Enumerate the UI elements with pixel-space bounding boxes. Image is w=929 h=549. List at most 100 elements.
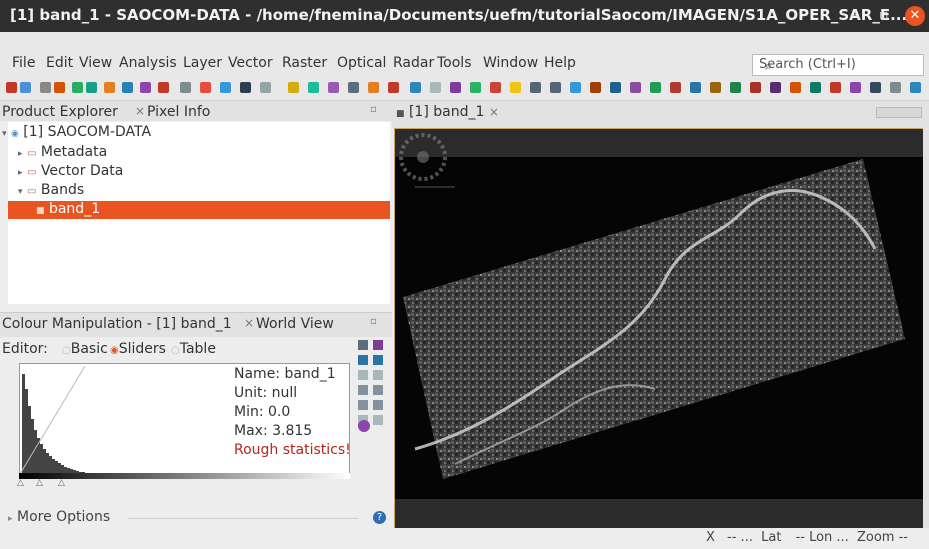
grid-icon[interactable] <box>870 82 881 93</box>
tile-windows-icon[interactable] <box>730 82 741 93</box>
undo-icon[interactable] <box>40 82 51 93</box>
tree-item-vector-data[interactable]: ▸ ▭ Vector Data <box>18 163 123 179</box>
tab-world-view[interactable]: World View <box>256 316 334 332</box>
zoom-tool-icon[interactable] <box>308 82 319 93</box>
percent95-icon[interactable] <box>358 370 368 380</box>
range-finder-icon[interactable] <box>328 82 339 93</box>
sum-icon[interactable] <box>260 82 271 93</box>
minimize-panel-icon[interactable]: ▫ <box>370 104 377 115</box>
world-map-icon[interactable] <box>650 82 661 93</box>
zoom-out-v-icon[interactable] <box>373 385 383 395</box>
tab-product-explorer[interactable]: Product Explorer <box>2 104 118 120</box>
expand-icon[interactable]: ▸ <box>18 149 23 159</box>
menu-file[interactable]: File <box>12 55 35 71</box>
pixel-geocoding-icon[interactable] <box>830 82 841 93</box>
minimize-panel-icon[interactable]: ▫ <box>370 316 377 327</box>
quicklook-icon[interactable] <box>850 82 861 93</box>
help-icon[interactable]: ? <box>373 511 386 524</box>
more-info-icon[interactable] <box>373 415 383 425</box>
user-icon[interactable] <box>910 82 921 93</box>
profile-plot-icon[interactable] <box>158 82 169 93</box>
gcp-tool-icon[interactable] <box>368 82 379 93</box>
tree-item-metadata[interactable]: ▸ ▭ Metadata <box>18 144 107 160</box>
histogram-icon[interactable] <box>104 82 115 93</box>
tree-item-bands[interactable]: ▾ ▭ Bands <box>18 182 84 198</box>
import-icon[interactable] <box>373 340 383 350</box>
band-maths-icon[interactable] <box>72 82 83 93</box>
menu-radar[interactable]: Radar <box>393 55 434 71</box>
tree-item-product[interactable]: ▾ ◉ [1] SAOCOM-DATA <box>2 124 151 140</box>
maximize-button[interactable]: ▫ <box>879 7 889 23</box>
zoom-in-v-icon[interactable] <box>358 385 368 395</box>
menu-view[interactable]: View <box>79 55 112 71</box>
tree-item-band[interactable]: ■ band_1 <box>36 201 100 217</box>
open-product-icon[interactable] <box>6 82 17 93</box>
menu-tools[interactable]: Tools <box>437 55 472 71</box>
polygon-draw-icon[interactable] <box>450 82 461 93</box>
colour-manip-icon[interactable] <box>630 82 641 93</box>
statistics-icon[interactable] <box>122 82 133 93</box>
menu-raster[interactable]: Raster <box>282 55 327 71</box>
menu-vector[interactable]: Vector <box>228 55 273 71</box>
close-icon[interactable]: × <box>244 316 254 330</box>
pin-manager-icon[interactable] <box>348 82 359 93</box>
redo-icon[interactable] <box>54 82 65 93</box>
help-circle-icon[interactable] <box>358 420 370 432</box>
menu-help[interactable]: Help <box>544 55 576 71</box>
percent100-icon[interactable] <box>373 370 383 380</box>
mask-manager-icon[interactable] <box>670 82 681 93</box>
radio-sliders[interactable]: ◉Sliders <box>110 341 166 357</box>
info-tool-icon[interactable] <box>710 82 721 93</box>
overlay-icon[interactable] <box>770 82 781 93</box>
navigation-icon[interactable] <box>610 82 621 93</box>
ellipse-draw-icon[interactable] <box>490 82 501 93</box>
vector-data-icon[interactable] <box>690 82 701 93</box>
search-input[interactable]: ⌕ Search (Ctrl+I) <box>752 54 924 76</box>
slider-handle-mid[interactable]: △ <box>36 478 43 488</box>
spectrum-icon[interactable] <box>180 82 191 93</box>
menu-analysis[interactable]: Analysis <box>119 55 177 71</box>
menu-window[interactable]: Window <box>483 55 538 71</box>
expand-icon[interactable]: ▾ <box>18 187 23 197</box>
tab-pixel-info[interactable]: Pixel Info <box>147 104 210 120</box>
world-wind-icon[interactable] <box>890 82 901 93</box>
radio-table[interactable]: ○Table <box>171 341 216 357</box>
close-icon[interactable]: × <box>489 105 499 119</box>
save-product-icon[interactable] <box>20 82 31 93</box>
scatter-plot-icon[interactable] <box>140 82 151 93</box>
expand-icon[interactable]: ▸ <box>18 168 23 178</box>
close-icon[interactable]: × <box>135 104 145 118</box>
tab-band-view[interactable]: ■ [1] band_1 × <box>396 104 499 120</box>
navigation-compass[interactable] <box>399 133 455 188</box>
zoom-in-icon[interactable] <box>530 82 541 93</box>
more-options-toggle[interactable]: ▸ More Options <box>8 509 110 525</box>
graticule-icon[interactable] <box>790 82 801 93</box>
side-panel-strip[interactable] <box>923 128 929 528</box>
zoom-all-icon[interactable] <box>570 82 581 93</box>
zoom-out-h-icon[interactable] <box>373 400 383 410</box>
pin-placing-icon[interactable] <box>510 82 521 93</box>
no-data-overlay-icon[interactable] <box>810 82 821 93</box>
line-draw-icon[interactable] <box>430 82 441 93</box>
minimize-button[interactable]: – <box>850 7 857 23</box>
expand-icon[interactable]: ▾ <box>2 129 7 139</box>
filter-icon[interactable] <box>86 82 97 93</box>
slider-handle-max[interactable]: △ <box>58 478 65 488</box>
viewer-window-controls[interactable] <box>876 107 922 118</box>
slider-handle-min[interactable]: △ <box>17 478 24 488</box>
select-tool-icon[interactable] <box>410 82 421 93</box>
menu-optical[interactable]: Optical <box>337 55 386 71</box>
magic-wand-icon[interactable] <box>388 82 399 93</box>
menu-layer[interactable]: Layer <box>183 55 222 71</box>
batch-processing-icon[interactable] <box>220 82 231 93</box>
close-button[interactable]: ✕ <box>905 6 925 26</box>
graph-builder-icon[interactable] <box>200 82 211 93</box>
zoom-out-icon[interactable] <box>550 82 561 93</box>
time-series-icon[interactable] <box>240 82 251 93</box>
image-viewer[interactable] <box>394 128 924 530</box>
apply-all-icon[interactable] <box>373 355 383 365</box>
export-icon[interactable] <box>358 355 368 365</box>
pan-tool-icon[interactable] <box>288 82 299 93</box>
sync-views-icon[interactable] <box>750 82 761 93</box>
reset-icon[interactable] <box>358 340 368 350</box>
